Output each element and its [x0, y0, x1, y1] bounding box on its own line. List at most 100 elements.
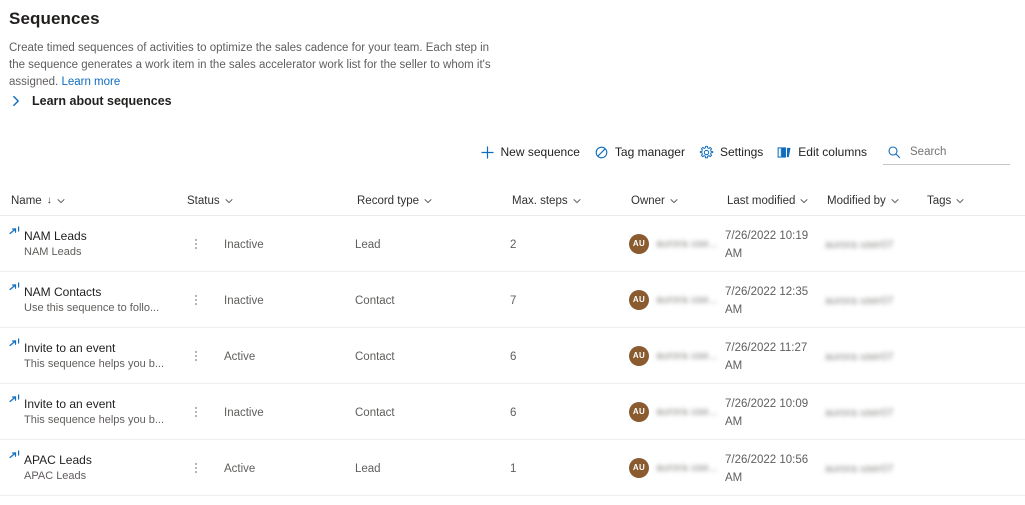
cell-row-menu: [185, 288, 224, 312]
cell-max-steps: 6: [510, 347, 629, 365]
learn-more-link[interactable]: Learn more: [61, 76, 120, 88]
chevron-down-icon: [224, 196, 234, 206]
cell-name: APAC Leads APAC Leads: [9, 449, 185, 483]
status-text: Inactive: [224, 294, 264, 307]
more-vertical-icon[interactable]: [185, 288, 207, 312]
modified-by-name: aurora user07: [825, 294, 894, 307]
sequence-icon: [9, 449, 22, 463]
status-text: Active: [224, 462, 256, 475]
sequence-description: NAM Leads: [24, 245, 82, 258]
chevron-down-icon: [572, 196, 582, 206]
column-header-max-steps[interactable]: Max. steps: [510, 186, 629, 216]
column-header-modified-by[interactable]: Modified by: [825, 186, 925, 216]
cell-max-steps: 2: [510, 235, 629, 253]
page-description: Create timed sequences of activities to …: [9, 40, 499, 91]
cell-name: Invite to an event This sequence helps y…: [9, 337, 185, 371]
last-modified-text: 7/26/2022 10:56 AM: [725, 453, 809, 484]
cell-modified-by: aurora user07: [825, 403, 925, 421]
cell-modified-by: aurora user07: [825, 235, 925, 253]
column-header-owner[interactable]: Owner: [629, 186, 725, 216]
max-steps-value: 6: [510, 406, 517, 419]
chevron-down-icon: [669, 196, 679, 206]
command-bar: New sequence Tag manager Settings Edit c…: [0, 138, 1025, 166]
modified-by-name: aurora user07: [825, 406, 894, 419]
cell-last-modified: 7/26/2022 10:56 AM: [725, 450, 825, 486]
more-vertical-icon[interactable]: [185, 344, 207, 368]
avatar: AU: [629, 401, 649, 422]
tag-manager-button[interactable]: Tag manager: [587, 138, 692, 166]
sequence-description: Use this sequence to follo...: [24, 301, 160, 314]
sequence-description: This sequence helps you b...: [24, 357, 165, 370]
record-type-text: Contact: [355, 350, 395, 363]
column-header-modified-by-label: Modified by: [827, 194, 886, 207]
cell-max-steps: 6: [510, 403, 629, 421]
last-modified-text: 7/26/2022 10:19 AM: [725, 229, 809, 260]
sequence-name-link[interactable]: Invite to an event: [24, 397, 115, 411]
columns-icon: [777, 145, 792, 160]
avatar: AU: [629, 289, 649, 310]
max-steps-value: 6: [510, 350, 517, 363]
avatar: AU: [629, 233, 649, 254]
column-header-status[interactable]: Status: [185, 186, 355, 216]
learn-about-sequences-expander[interactable]: Learn about sequences: [9, 94, 172, 108]
plus-icon: [480, 145, 495, 160]
record-type-text: Lead: [355, 462, 381, 475]
more-vertical-icon[interactable]: [185, 400, 207, 424]
chevron-right-icon: [9, 94, 23, 108]
cell-record-type: Contact: [355, 403, 510, 421]
column-header-last-modified[interactable]: Last modified: [725, 186, 825, 216]
column-header-name[interactable]: Name ↓: [9, 186, 185, 216]
more-vertical-icon[interactable]: [185, 232, 207, 256]
cell-last-modified: 7/26/2022 12:35 AM: [725, 282, 825, 318]
new-sequence-button[interactable]: New sequence: [473, 138, 587, 166]
record-type-text: Contact: [355, 406, 395, 419]
chevron-down-icon: [423, 196, 433, 206]
chevron-down-icon: [799, 196, 809, 206]
table-row[interactable]: NAM Leads NAM Leads Inactive Lead 2 AU a…: [0, 216, 1025, 272]
table-row[interactable]: Invite to an event This sequence helps y…: [0, 384, 1025, 440]
table-row[interactable]: Invite to an event This sequence helps y…: [0, 328, 1025, 384]
settings-label: Settings: [719, 145, 764, 159]
edit-columns-button[interactable]: Edit columns: [770, 138, 874, 166]
column-header-tags[interactable]: Tags: [925, 186, 1005, 216]
cell-owner: AU aurora use...: [629, 233, 725, 254]
column-header-record-type[interactable]: Record type: [355, 186, 510, 216]
column-header-record-type-label: Record type: [357, 194, 420, 207]
last-modified-text: 7/26/2022 11:27 AM: [725, 341, 808, 372]
last-modified-text: 7/26/2022 10:09 AM: [725, 397, 809, 428]
table-row[interactable]: NAM Contacts Use this sequence to follo.…: [0, 272, 1025, 328]
max-steps-value: 2: [510, 238, 517, 251]
cell-status: Inactive: [224, 403, 355, 421]
learn-about-sequences-label: Learn about sequences: [32, 94, 172, 108]
cell-owner: AU aurora use...: [629, 457, 725, 478]
sequence-name-link[interactable]: Invite to an event: [24, 341, 115, 355]
search-box[interactable]: [883, 139, 1010, 165]
more-vertical-icon[interactable]: [185, 456, 207, 480]
sequence-name-link[interactable]: NAM Contacts: [24, 285, 101, 299]
sequence-icon: [9, 337, 22, 351]
last-modified-text: 7/26/2022 12:35 AM: [725, 285, 809, 316]
table-row[interactable]: APAC Leads APAC Leads Active Lead 1 AU a…: [0, 440, 1025, 496]
settings-button[interactable]: Settings: [692, 138, 770, 166]
column-header-last-modified-label: Last modified: [727, 194, 796, 207]
owner-name: aurora use...: [656, 461, 718, 474]
new-sequence-label: New sequence: [500, 145, 580, 159]
cell-modified-by: aurora user07: [825, 291, 925, 309]
cell-max-steps: 7: [510, 291, 629, 309]
column-header-name-label: Name: [11, 194, 42, 207]
max-steps-value: 7: [510, 294, 517, 307]
status-text: Active: [224, 350, 256, 363]
gear-icon: [699, 145, 714, 160]
sequence-name-link[interactable]: NAM Leads: [24, 229, 87, 243]
sequence-name-link[interactable]: APAC Leads: [24, 453, 92, 467]
chevron-down-icon: [890, 196, 900, 206]
modified-by-name: aurora user07: [825, 350, 894, 363]
search-icon: [887, 145, 901, 159]
sequence-icon: [9, 393, 22, 407]
column-header-max-steps-label: Max. steps: [512, 194, 568, 207]
sequences-grid: Name ↓ Status Record type Max. steps Own…: [0, 186, 1025, 496]
search-input[interactable]: [908, 144, 1008, 159]
cell-status: Inactive: [224, 291, 355, 309]
cell-modified-by: aurora user07: [825, 347, 925, 365]
sequence-description: This sequence helps you b...: [24, 413, 165, 426]
